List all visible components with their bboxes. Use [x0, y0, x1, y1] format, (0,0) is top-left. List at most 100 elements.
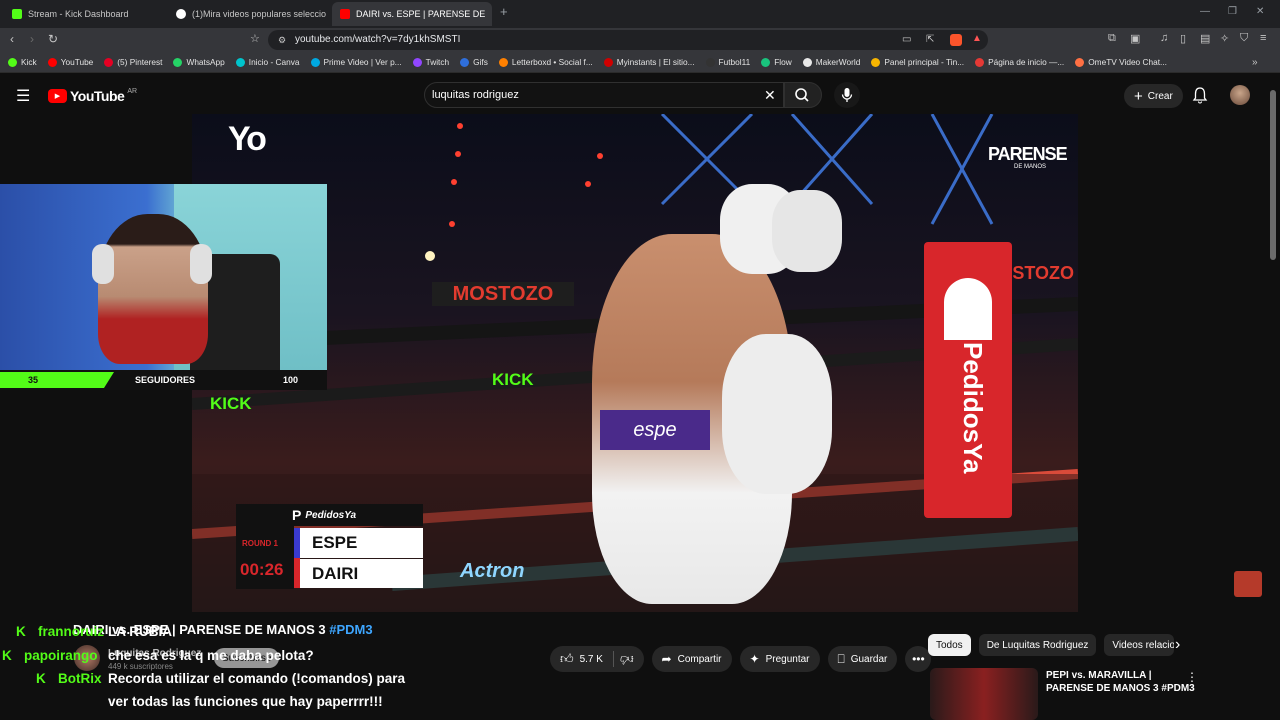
- bookmark-item[interactable]: MakerWorld: [802, 57, 861, 67]
- video-hashtag[interactable]: #PDM3: [329, 622, 372, 637]
- like-button[interactable]: 👍︎ 5.7 K 👍︎: [550, 646, 644, 672]
- floating-miniplayer-avatar[interactable]: [1234, 571, 1262, 597]
- bookmark-item[interactable]: Prime Video | Ver p...: [310, 57, 402, 67]
- next-video-title-line2[interactable]: PARENSE DE MANOS 3 #PDM3: [1046, 683, 1195, 694]
- media-icon[interactable]: ♫: [1160, 32, 1168, 44]
- microphone-icon: [841, 88, 853, 102]
- fighter-dairi: [722, 334, 832, 494]
- headgear-2: [772, 190, 842, 272]
- page-scrollbar[interactable]: [1270, 86, 1278, 686]
- close-tab-icon[interactable]: ✕: [491, 8, 492, 21]
- account-avatar[interactable]: [1230, 85, 1250, 105]
- bookmark-label: Twitch: [425, 57, 450, 67]
- cast-icon[interactable]: ▭: [902, 34, 911, 45]
- chip-label: De Luquitas Rodriguez: [986, 639, 1089, 651]
- youtube-logo[interactable]: ▶ YouTube AR: [48, 88, 137, 104]
- bookmark-item[interactable]: Gifs: [460, 57, 488, 67]
- bookmark-item[interactable]: WhatsApp: [173, 57, 225, 67]
- more-bookmarks-icon[interactable]: »: [1252, 57, 1258, 68]
- pedidosya-ring-post: PedidosYa: [924, 242, 1012, 518]
- create-label: Crear: [1147, 90, 1173, 102]
- bookmark-item[interactable]: Panel principal - Tin...: [871, 57, 964, 67]
- bookmark-item[interactable]: Letterboxd • Social f...: [498, 57, 593, 67]
- bookmark-icon: ⎕: [837, 651, 845, 666]
- pedidosya-logo-icon: [944, 278, 992, 340]
- bookmark-label: Flow: [774, 57, 792, 67]
- leo-ai-icon[interactable]: ✧: [1220, 32, 1229, 45]
- tab-youtube-video[interactable]: DAIRI vs. ESPE | PARENSE DE ✕: [332, 2, 492, 26]
- tab-kick-dashboard[interactable]: Stream - Kick Dashboard: [4, 2, 166, 26]
- wallet-icon[interactable]: ▤: [1200, 32, 1210, 45]
- chips-next-icon[interactable]: ›: [1175, 636, 1180, 654]
- site-info-icon[interactable]: ⚙: [278, 35, 286, 46]
- minimize-icon[interactable]: —: [1200, 6, 1210, 17]
- menu-icon[interactable]: ≡: [1260, 32, 1266, 44]
- extensions-icon[interactable]: ⧉: [1108, 32, 1116, 45]
- next-video-title[interactable]: PEPI vs. MARAVILLA |: [1046, 670, 1152, 681]
- bookmark-favicon-icon: [1075, 57, 1085, 67]
- scrollbar-thumb[interactable]: [1270, 90, 1276, 260]
- fighter2-name: DAIRI: [300, 559, 423, 588]
- clear-search-icon[interactable]: ✕: [764, 87, 776, 104]
- save-button[interactable]: ⎕ Guardar: [827, 646, 898, 672]
- chip-label: Videos relacion: [1112, 639, 1175, 651]
- bookmark-item[interactable]: Kick: [8, 57, 37, 67]
- screenshot-icon[interactable]: ▣: [1130, 32, 1140, 45]
- search-input[interactable]: [432, 86, 752, 104]
- bookmark-favicon-icon: [310, 57, 320, 67]
- search-button[interactable]: [784, 82, 822, 108]
- reload-icon[interactable]: ↻: [48, 32, 58, 46]
- url-text[interactable]: youtube.com/watch?v=7dy1khSMSTI: [295, 34, 460, 45]
- bookmark-label: Prime Video | Ver p...: [323, 57, 402, 67]
- bookmark-item[interactable]: Página de inicio —...: [975, 57, 1064, 67]
- bookmark-label: Inicio - Canva: [248, 57, 300, 67]
- forward-icon[interactable]: ›: [30, 32, 34, 46]
- yo-watermark: Yo: [228, 120, 267, 158]
- bookmark-item[interactable]: Myinstants | El sitio...: [603, 57, 695, 67]
- sparkle-icon: ✦: [749, 652, 760, 666]
- thumbs-down-icon[interactable]: 👍︎: [620, 651, 634, 667]
- bookmark-item[interactable]: (5) Pinterest: [104, 57, 162, 67]
- bookmark-item[interactable]: OmeTV Video Chat...: [1075, 57, 1167, 67]
- ask-label: Preguntar: [765, 653, 810, 665]
- ask-button[interactable]: ✦ Preguntar: [739, 646, 820, 672]
- bookmark-item[interactable]: Flow: [761, 57, 792, 67]
- region-code: AR: [127, 87, 138, 95]
- new-tab-button[interactable]: +: [500, 4, 508, 19]
- back-icon[interactable]: ‹: [10, 32, 14, 46]
- hamburger-menu-icon[interactable]: ☰: [16, 86, 30, 106]
- sidebar-icon[interactable]: ▯: [1180, 32, 1186, 45]
- maximize-icon[interactable]: ❐: [1228, 6, 1237, 17]
- tab-tiktok[interactable]: (1)Mira videos populares seleccionad: [168, 2, 326, 26]
- bookmark-item[interactable]: YouTube: [47, 57, 93, 67]
- bookmark-label: Myinstants | El sitio...: [616, 57, 695, 67]
- chip-channel[interactable]: De Luquitas Rodriguez: [978, 634, 1097, 656]
- brave-rewards-icon[interactable]: ▲: [972, 33, 982, 44]
- follower-goal-bar: 35 SEGUIDORES 100: [0, 370, 327, 390]
- share-icon[interactable]: ⇱: [926, 34, 934, 45]
- bookmark-star-icon[interactable]: ☆: [250, 32, 260, 45]
- round-label: ROUND 1: [242, 539, 279, 548]
- chip-related[interactable]: Videos relacion: [1104, 634, 1175, 656]
- streamer: [98, 214, 208, 364]
- share-button[interactable]: ➦ Compartir: [651, 646, 732, 672]
- bookmark-favicon-icon: [104, 57, 114, 67]
- vpn-icon[interactable]: ⛉: [1240, 32, 1248, 45]
- next-video-thumbnail[interactable]: [930, 668, 1038, 720]
- bookmark-item[interactable]: Inicio - Canva: [235, 57, 300, 67]
- voice-search-button[interactable]: [834, 82, 860, 108]
- tab-label: Stream - Kick Dashboard: [28, 9, 129, 19]
- bookmark-favicon-icon: [603, 57, 613, 67]
- bookmark-label: MakerWorld: [815, 57, 861, 67]
- close-window-icon[interactable]: ✕: [1256, 6, 1264, 17]
- bookmark-favicon-icon: [975, 57, 985, 67]
- browser-toolbar: [0, 28, 1280, 52]
- next-video-menu-icon[interactable]: ⋮: [1186, 670, 1198, 684]
- bookmark-item[interactable]: Futbol11: [705, 57, 750, 67]
- chip-todos[interactable]: Todos: [928, 634, 971, 656]
- create-button[interactable]: + Crear: [1124, 84, 1183, 108]
- bookmark-item[interactable]: Twitch: [412, 57, 450, 67]
- share-label: Compartir: [677, 653, 722, 665]
- brave-shield-icon[interactable]: [950, 34, 962, 46]
- notifications-bell-icon[interactable]: [1192, 86, 1208, 104]
